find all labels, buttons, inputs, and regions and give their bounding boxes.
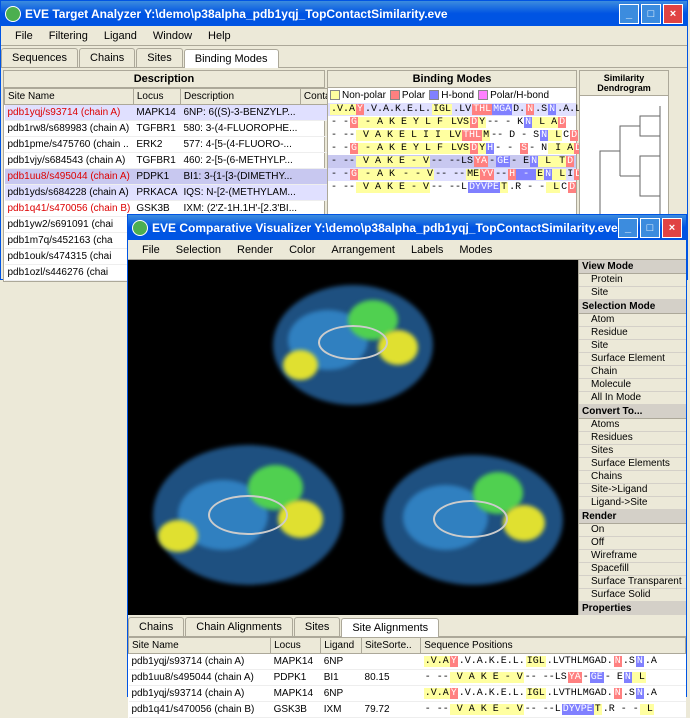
tab-sequences[interactable]: Sequences	[1, 48, 78, 67]
col-header[interactable]: Locus	[271, 638, 321, 654]
side-item-atoms[interactable]: Atoms	[579, 419, 686, 432]
side-item-molecule[interactable]: Molecule	[579, 379, 686, 392]
sequence-row: - -G - A K E Y L F LVSDY-- - KN L AD	[328, 116, 576, 129]
menu-ligand[interactable]: Ligand	[96, 28, 145, 44]
close-button[interactable]: ×	[662, 218, 682, 238]
tab-chains[interactable]: Chains	[79, 48, 135, 67]
side-item-all-in-mode[interactable]: All In Mode	[579, 392, 686, 405]
side-item-surface-elements[interactable]: Surface Elements	[579, 458, 686, 471]
maximize-button[interactable]: □	[641, 4, 661, 24]
side-item-surface-element[interactable]: Surface Element	[579, 353, 686, 366]
main-titlebar[interactable]: EVE Target Analyzer Y:\demo\p38alpha_pdb…	[1, 1, 687, 26]
sequence-row: - -G - A K E Y L F LVSDYH- - S- N I AD	[328, 142, 576, 155]
main-tabbar[interactable]: SequencesChainsSitesBinding Modes	[1, 46, 687, 68]
side-item-chain[interactable]: Chain	[579, 366, 686, 379]
col-header[interactable]: Description	[181, 89, 301, 105]
side-item-spacefill[interactable]: Spacefill	[579, 563, 686, 576]
side-item-atom[interactable]: Atom	[579, 314, 686, 327]
visualizer-window: EVE Comparative Visualizer Y:\demo\p38al…	[127, 214, 687, 697]
app-icon	[5, 6, 21, 22]
side-section: Properties	[579, 602, 686, 615]
side-item-sites[interactable]: Sites	[579, 445, 686, 458]
side-item-on[interactable]: On	[579, 524, 686, 537]
menu-color[interactable]: Color	[281, 242, 323, 258]
tab-sites[interactable]: Sites	[294, 617, 340, 636]
table-row[interactable]: pdb1yqj/s93714 (chain A)MAPK146NP.V.AY.V…	[129, 654, 686, 670]
side-item-site-ligand[interactable]: Site->Ligand	[579, 484, 686, 497]
side-item-site[interactable]: Site	[579, 340, 686, 353]
side-item-protein[interactable]: Protein	[579, 274, 686, 287]
menu-filtering[interactable]: Filtering	[41, 28, 96, 44]
3d-viewer[interactable]	[128, 260, 578, 615]
side-section: Selection Mode	[579, 300, 686, 314]
menu-arrangement[interactable]: Arrangement	[323, 242, 403, 258]
side-item-chains[interactable]: Chains	[579, 471, 686, 484]
side-item-site[interactable]: Site	[579, 287, 686, 300]
legend-item: Non-polar	[330, 90, 386, 101]
col-header[interactable]: Ligand	[321, 638, 362, 654]
side-section: View Mode	[579, 260, 686, 274]
sequence-row: - -G - A K - - V-- --MEYV--H - EN LID	[328, 168, 576, 181]
sequence-rows: .V.AY.V.A.K.E.L.IGL.LVTHLMGAD.N.SN.A.LD-…	[328, 103, 576, 194]
description-header: Description	[4, 71, 324, 88]
minimize-button[interactable]: _	[619, 4, 639, 24]
sequence-row: - -- V A K E L I I LVTHLM-- D - SN LCD	[328, 129, 576, 142]
table-row[interactable]: pdb1yqj/s93714 (chain A)MAPK146NP.V.AY.V…	[129, 686, 686, 702]
side-item-residue[interactable]: Residue	[579, 327, 686, 340]
sequence-row: .V.AY.V.A.K.E.L.IGL.LVTHLMGAD.N.SN.A.LD	[328, 103, 576, 116]
viz-menubar[interactable]: FileSelectionRenderColorArrangementLabel…	[128, 240, 686, 260]
site-alignments-table[interactable]: Site NameLocusLigandSiteSorte..Sequence …	[128, 637, 686, 718]
side-item-ligand-site[interactable]: Ligand->Site	[579, 497, 686, 510]
binding-modes-header: Binding Modes	[328, 71, 576, 88]
dendrogram-header: Similarity Dendrogram	[580, 71, 668, 96]
legend-item: H-bond	[429, 90, 474, 101]
table-row[interactable]: pdb1uu8/s495044 (chain A)PDPK1BI180.15- …	[129, 670, 686, 686]
tab-sites[interactable]: Sites	[136, 48, 182, 67]
sequence-row: - -- V A K E - V-- --LDYVPET.R - - LCD	[328, 181, 576, 194]
menu-file[interactable]: File	[7, 28, 41, 44]
side-section: Convert To...	[579, 405, 686, 419]
table-row[interactable]: pdb1q41/s470056 (chain B)GSK3BIXM79.72- …	[129, 702, 686, 718]
col-header[interactable]: Site Name	[5, 89, 134, 105]
legend-item: Polar/H-bond	[478, 90, 549, 101]
maximize-button[interactable]: □	[640, 218, 660, 238]
col-header[interactable]: Sequence Positions	[421, 638, 686, 654]
legend: Non-polar Polar H-bond Polar/H-bond	[328, 88, 576, 103]
menu-modes[interactable]: Modes	[451, 242, 500, 258]
side-section: Render	[579, 510, 686, 524]
sequence-row: - -- V A K E - V-- --LSYA-GE- EN L TD	[328, 155, 576, 168]
side-item-residues[interactable]: Residues	[579, 432, 686, 445]
main-menubar[interactable]: FileFilteringLigandWindowHelp	[1, 26, 687, 46]
tab-binding-modes[interactable]: Binding Modes	[184, 49, 279, 68]
col-header[interactable]: Locus	[133, 89, 180, 105]
col-header[interactable]: Site Name	[129, 638, 271, 654]
menu-file[interactable]: File	[134, 242, 168, 258]
tab-chains[interactable]: Chains	[128, 617, 184, 636]
minimize-button[interactable]: _	[618, 218, 638, 238]
close-button[interactable]: ×	[663, 4, 683, 24]
app-icon	[132, 220, 148, 236]
side-item-surface-solid[interactable]: Surface Solid	[579, 589, 686, 602]
viz-title: EVE Comparative Visualizer Y:\demo\p38al…	[152, 221, 618, 235]
menu-labels[interactable]: Labels	[403, 242, 451, 258]
menu-help[interactable]: Help	[200, 28, 239, 44]
menu-selection[interactable]: Selection	[168, 242, 229, 258]
tab-chain-alignments[interactable]: Chain Alignments	[185, 617, 293, 636]
side-item-surface-transparent[interactable]: Surface Transparent	[579, 576, 686, 589]
viz-titlebar[interactable]: EVE Comparative Visualizer Y:\demo\p38al…	[128, 215, 686, 240]
menu-render[interactable]: Render	[229, 242, 281, 258]
side-menu[interactable]: View ModeProteinSiteSelection ModeAtomRe…	[578, 260, 686, 615]
side-item-off[interactable]: Off	[579, 537, 686, 550]
main-title: EVE Target Analyzer Y:\demo\p38alpha_pdb…	[25, 7, 619, 21]
tab-site-alignments[interactable]: Site Alignments	[341, 618, 439, 637]
viz-tabbar[interactable]: ChainsChain AlignmentsSitesSite Alignmen…	[128, 615, 686, 637]
col-header[interactable]: SiteSorte..	[362, 638, 421, 654]
side-item-wireframe[interactable]: Wireframe	[579, 550, 686, 563]
menu-window[interactable]: Window	[145, 28, 200, 44]
legend-item: Polar	[390, 90, 425, 101]
